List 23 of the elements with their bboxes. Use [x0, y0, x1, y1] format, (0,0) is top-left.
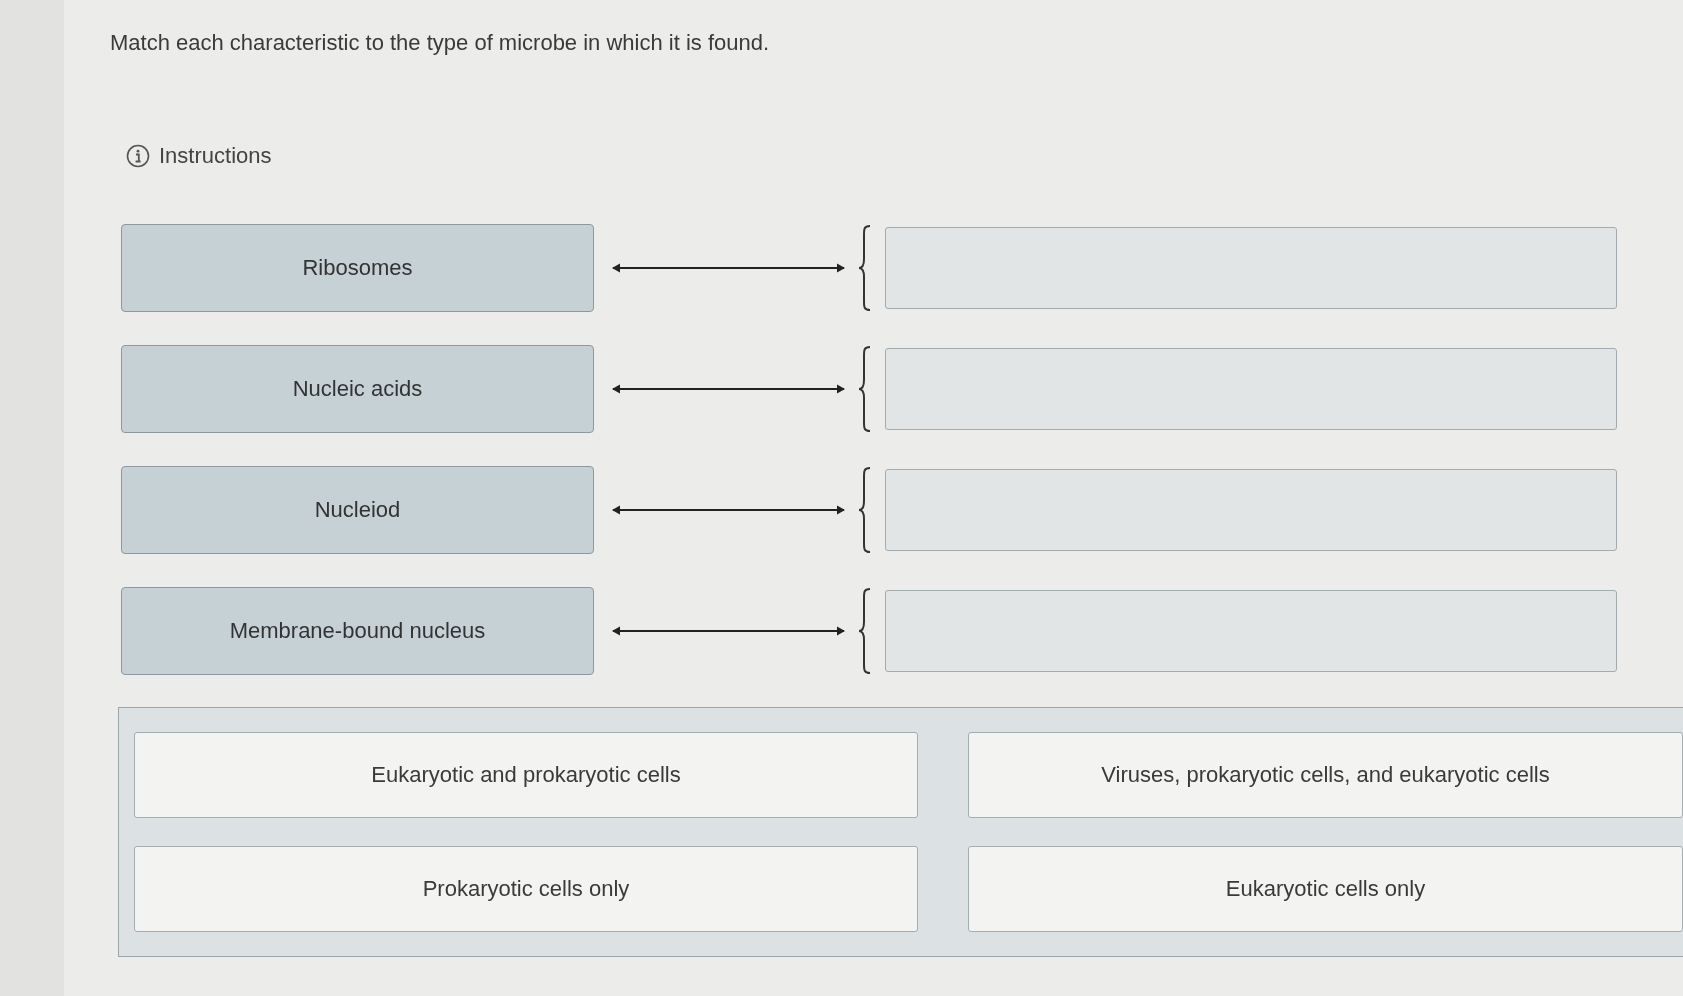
question-prompt: Match each characteristic to the type of microbe in which it is found.: [110, 29, 770, 57]
characteristic-label: Nucleic acids: [121, 345, 594, 433]
drop-zone[interactable]: [885, 469, 1617, 551]
drop-zone[interactable]: [885, 348, 1617, 430]
characteristic-label: Nucleiod: [121, 466, 594, 554]
characteristic-label: Membrane-bound nucleus: [121, 587, 594, 675]
brace-icon: [858, 346, 872, 432]
characteristic-label: Ribosomes: [121, 224, 594, 312]
double-arrow-icon: [612, 262, 845, 274]
double-arrow-icon: [612, 504, 845, 516]
brace-icon: [858, 225, 872, 311]
drop-zone[interactable]: [885, 590, 1617, 672]
brace-icon: [858, 588, 872, 674]
double-arrow-icon: [612, 625, 845, 637]
info-icon: [126, 144, 150, 168]
instructions-button[interactable]: Instructions: [126, 143, 272, 169]
brace-icon: [858, 467, 872, 553]
answer-card[interactable]: Prokaryotic cells only: [134, 846, 918, 932]
answer-card[interactable]: Eukaryotic cells only: [968, 846, 1683, 932]
answer-card[interactable]: Viruses, prokaryotic cells, and eukaryotic cells: [968, 732, 1683, 818]
drop-zone[interactable]: [885, 227, 1617, 309]
double-arrow-icon: [612, 383, 845, 395]
answer-card[interactable]: Eukaryotic and prokaryotic cells: [134, 732, 918, 818]
